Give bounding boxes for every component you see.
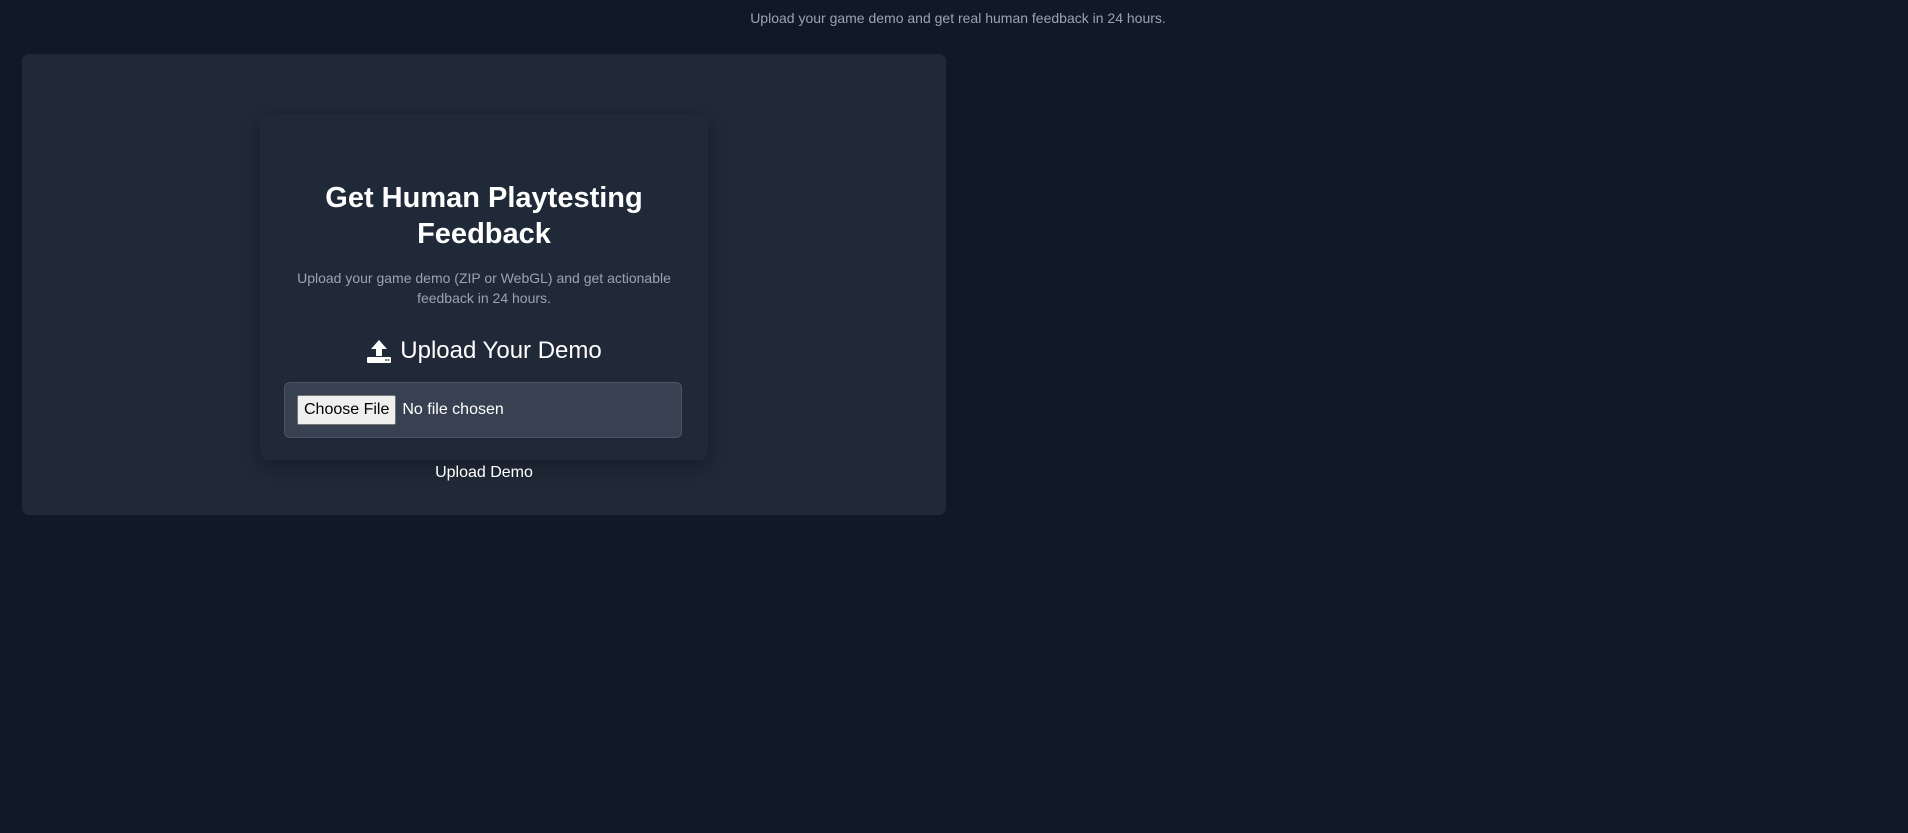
file-status-text: No file chosen <box>402 401 504 418</box>
main-panel: Get Human Playtesting Feedback Upload yo… <box>22 54 946 515</box>
card-title: Get Human Playtesting Feedback <box>325 182 643 250</box>
upload-icon <box>366 338 392 364</box>
upload-section-heading: Upload Your Demo <box>260 336 708 366</box>
upload-section-label: Upload Your Demo <box>400 337 602 364</box>
upload-demo-button[interactable]: Upload Demo <box>260 464 708 482</box>
card-subtitle: Upload your game demo (ZIP or WebGL) and… <box>297 270 671 306</box>
choose-file-button[interactable]: Choose File <box>297 395 397 425</box>
upload-card: Get Human Playtesting Feedback Upload yo… <box>260 114 708 481</box>
page-tagline: Upload your game demo and get real human… <box>750 10 1166 26</box>
file-input[interactable]: Choose File No file chosen <box>284 382 682 438</box>
